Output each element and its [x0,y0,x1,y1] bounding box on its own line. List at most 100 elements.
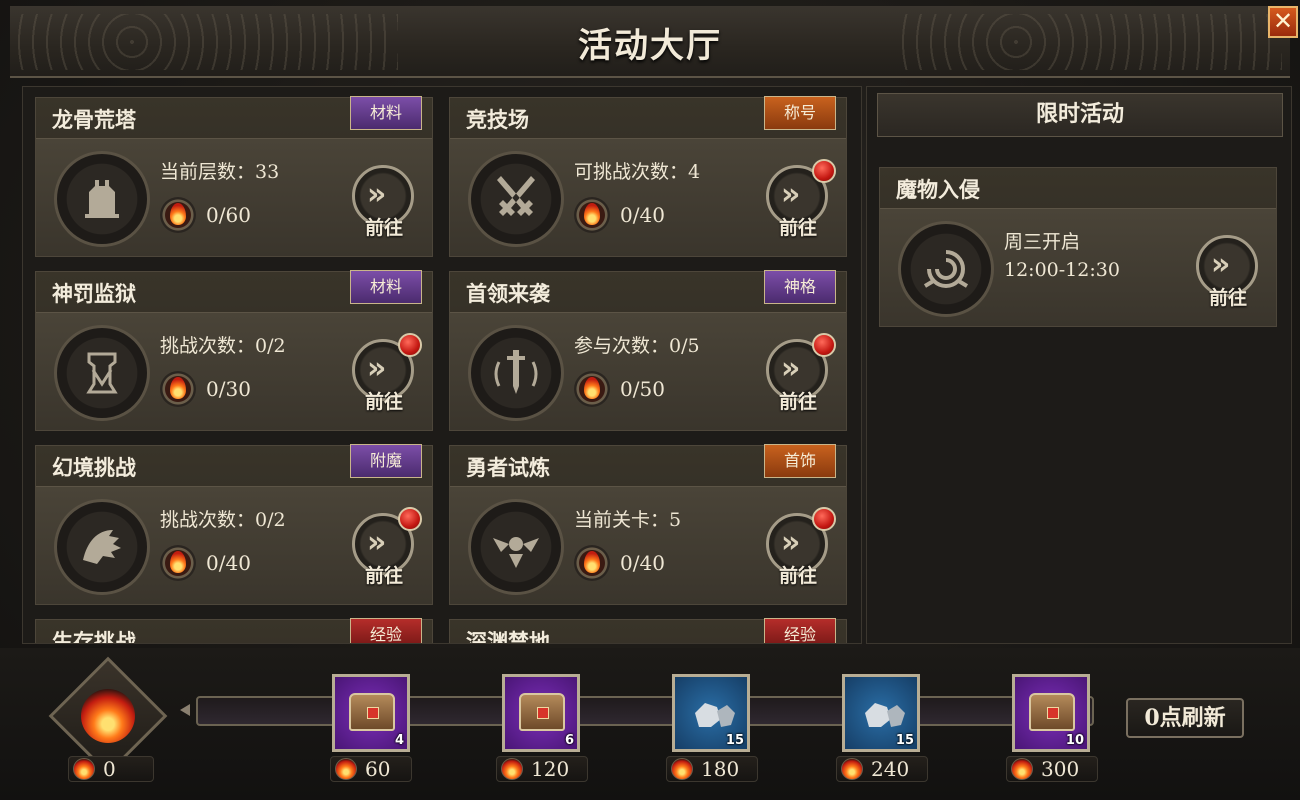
reward-threshold-value: 300 [1041,757,1080,781]
window-header: 活动大厅 [10,6,1290,78]
go-label[interactable]: 前往 [356,213,412,240]
activity-hall-window: 活动大厅 ✕ 龙骨荒塔 材料 当前层数：33 0/60 » 前往 竞技场 称号 [0,0,1300,800]
activity-card[interactable]: 生存挑战 经验 [35,618,433,644]
go-label[interactable]: 前往 [770,387,826,414]
double-chevron-right-icon: » [367,177,387,212]
dragon-tower-icon [54,151,150,247]
event-schedule: 周三开启 [1004,231,1081,253]
activity-name: 首领来袭 [466,281,550,306]
go-label[interactable]: 前往 [356,561,412,588]
activity-info: 挑战次数：0/2 [160,509,286,531]
prison-crest-icon [54,325,150,421]
reward-type-tag: 神格 [764,270,836,304]
reward-type-tag: 称号 [764,96,836,130]
reward-threshold: 120 [496,756,588,782]
reward-type-tag: 附魔 [350,444,422,478]
fire-value: 0/60 [206,203,251,227]
boss-sword-icon [468,325,564,421]
fire-icon [574,545,610,581]
refresh-time-label: 0点刷新 [1126,698,1244,738]
activity-card[interactable]: 竞技场 称号 可挑战次数：4 0/40 » 前往 [449,96,847,257]
go-label[interactable]: 前往 [1200,283,1256,310]
reward-threshold: 300 [1006,756,1098,782]
fire-progress: 0/40 [574,197,665,233]
red-dot-badge [398,333,422,357]
activity-card[interactable]: 勇者试炼 首饰 当前关卡：5 0/40 » 前往 [449,444,847,605]
fire-icon [81,689,135,743]
go-label[interactable]: 前往 [770,213,826,240]
reward-chest-60[interactable]: 4 [332,674,410,752]
double-chevron-right-icon: » [781,351,801,386]
reward-ore-240[interactable]: 15 [842,674,920,752]
fire-icon [160,371,196,407]
go-label[interactable]: 前往 [770,561,826,588]
activity-info: 可挑战次数：4 [574,161,701,183]
crossed-swords-icon [468,151,564,247]
reward-ore-180[interactable]: 15 [672,674,750,752]
hero-wings-icon [468,499,564,595]
activity-name: 龙骨荒塔 [52,107,136,132]
activity-progress-bar: 0 4 60 6 120 15 180 15 240 10 300 0点刷新 [0,648,1300,800]
fire-value: 0/40 [206,551,251,575]
activity-name: 生存挑战 [52,629,136,644]
red-dot-badge [398,507,422,531]
fire-progress: 0/50 [574,371,665,407]
activity-name: 幻境挑战 [52,455,136,480]
reward-threshold-value: 180 [701,757,740,781]
activity-card[interactable]: 龙骨荒塔 材料 当前层数：33 0/60 » 前往 [35,96,433,257]
activity-info: 挑战次数：0/2 [160,335,286,357]
double-chevron-right-icon: » [367,525,387,560]
reward-threshold-value: 120 [531,757,570,781]
wolf-head-icon [54,499,150,595]
progress-start-marker [180,704,190,716]
reward-count: 6 [564,733,574,748]
treasure-chest-icon [1029,693,1075,731]
event-time: 12:00-12:30 [1004,259,1120,281]
fire-progress: 0/60 [160,197,251,233]
fire-icon [841,758,863,780]
activity-name: 魔物入侵 [896,177,980,202]
red-dot-badge [812,159,836,183]
reward-type-tag: 经验 [350,618,422,643]
activity-card[interactable]: 深渊禁地 经验 [449,618,847,643]
activity-list[interactable]: 龙骨荒塔 材料 当前层数：33 0/60 » 前往 竞技场 称号 可挑战次数：4… [22,86,862,644]
window-title: 活动大厅 [578,26,722,66]
fire-icon [335,758,357,780]
activity-info: 当前层数：33 [160,161,280,183]
activity-card-body: 可挑战次数：4 0/40 » 前往 [450,138,846,256]
reward-threshold-value: 60 [365,757,391,781]
current-points: 0 [68,756,154,782]
double-chevron-right-icon: » [781,525,801,560]
reward-chest-300[interactable]: 10 [1012,674,1090,752]
activity-card[interactable]: 幻境挑战 附魔 挑战次数：0/2 0/40 » 前往 [35,444,433,605]
double-chevron-right-icon: » [781,177,801,212]
ore-icon [695,703,735,727]
fire-value: 0/50 [620,377,665,401]
red-dot-badge [812,333,836,357]
reward-chest-120[interactable]: 6 [502,674,580,752]
activity-name: 勇者试炼 [466,455,550,480]
treasure-chest-icon [519,693,565,731]
go-label[interactable]: 前往 [356,387,412,414]
activity-card-body: 当前层数：33 0/60 » 前往 [36,138,432,256]
activity-card[interactable]: 神罚监狱 材料 挑战次数：0/2 0/30 » 前往 [35,270,433,431]
fire-value: 0/40 [620,551,665,575]
fire-value: 0/40 [620,203,665,227]
spiral-crest-icon [898,221,994,317]
limited-activity-header: 限时活动 [877,93,1283,137]
activity-card[interactable]: 首领来袭 神格 参与次数：0/5 0/50 » 前往 [449,270,847,431]
activity-name: 神罚监狱 [52,281,136,306]
close-button[interactable]: ✕ [1268,6,1298,38]
reward-type-tag: 首饰 [764,444,836,478]
fire-icon [501,758,523,780]
double-chevron-right-icon: » [367,351,387,386]
progress-track [196,696,1094,726]
reward-type-tag: 材料 [350,96,422,130]
fire-icon [574,197,610,233]
red-dot-badge [812,507,836,531]
limited-activity-card[interactable]: 魔物入侵 周三开启 12:00-12:30 » 前往 [879,167,1277,327]
fire-icon [671,758,693,780]
fire-progress: 0/40 [574,545,665,581]
current-points-value: 0 [103,757,116,781]
reward-threshold-value: 240 [871,757,910,781]
